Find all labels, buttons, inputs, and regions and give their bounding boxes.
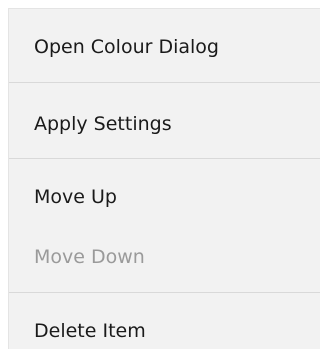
context-menu: Open Colour Dialog Apply Settings Move U…: [8, 8, 320, 349]
menu-separator: [9, 82, 320, 83]
menu-separator: [9, 158, 320, 159]
menu-item-delete-item[interactable]: Delete Item: [34, 322, 146, 341]
menu-item-apply-settings[interactable]: Apply Settings: [34, 115, 172, 134]
menu-item-move-down: Move Down: [34, 246, 145, 268]
menu-separator: [9, 292, 320, 293]
menu-item-move-up[interactable]: Move Up: [34, 188, 117, 207]
menu-item-open-colour-dialog[interactable]: Open Colour Dialog: [34, 38, 219, 57]
